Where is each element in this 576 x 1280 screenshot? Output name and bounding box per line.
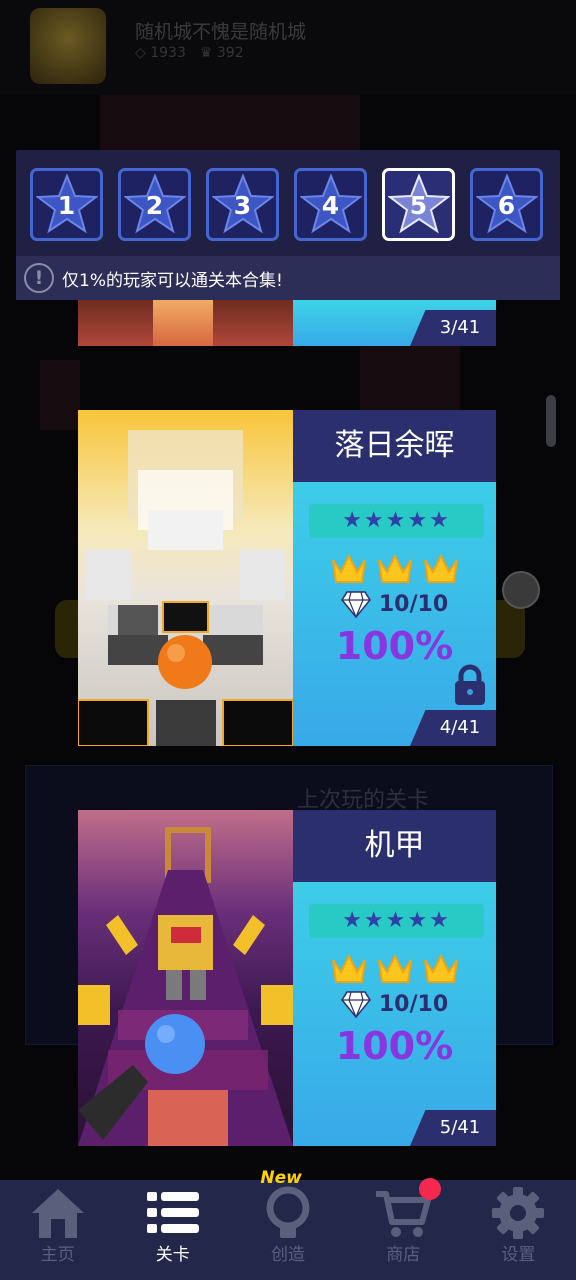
nav-shop[interactable]: 商店 <box>346 1178 461 1280</box>
player-stats: ◇ 1933 ♛ 392 <box>135 45 244 61</box>
level-art <box>78 296 293 346</box>
diamond-icon <box>340 991 371 1018</box>
nav-settings[interactable]: 设置 <box>461 1180 576 1280</box>
star-tab-2[interactable]: 2 <box>118 168 191 241</box>
nav-create-label: 创造 <box>271 1245 305 1265</box>
crown-icon <box>423 953 458 983</box>
floating-button[interactable] <box>502 571 540 609</box>
crown-icon <box>377 553 412 583</box>
crown-row <box>293 952 496 986</box>
level-count: 3/41 <box>410 310 496 346</box>
level-art <box>78 410 293 746</box>
bg-decoration <box>360 340 460 420</box>
lock-icon <box>455 664 485 705</box>
player-name: 随机城不愧是随机城 <box>135 21 307 43</box>
star-tab-6[interactable]: 6 <box>470 168 543 241</box>
crown-icon <box>331 553 366 583</box>
level-card[interactable]: 机甲 ★★★★★ 10/10 100% 5/41 <box>78 810 496 1146</box>
level-info: 机甲 ★★★★★ 10/10 100% 5/41 <box>293 810 496 1146</box>
diamond-icon <box>340 591 371 618</box>
notice-text: 仅1%的玩家可以通关本合集! <box>62 270 283 291</box>
bg-decoration <box>100 95 360 155</box>
star-rating: ★★★★★ <box>309 504 484 538</box>
level-info: 落日余晖 ★★★★★ 10/10 100% 4/41 <box>293 410 496 746</box>
star-tab-1[interactable]: 1 <box>30 168 103 241</box>
crown-icon <box>331 953 366 983</box>
completion-percent: 100% <box>335 1024 454 1068</box>
gear-icon <box>492 1187 545 1239</box>
gem-count: ◇ 1933 <box>135 45 186 61</box>
level-count: 4/41 <box>410 710 496 746</box>
profile-header: 随机城不愧是随机城 ◇ 1933 ♛ 392 <box>0 0 576 95</box>
star-tab-4[interactable]: 4 <box>294 168 367 241</box>
nav-levels-label: 关卡 <box>155 1245 190 1265</box>
level-card[interactable]: 落日余晖 ★★★★★ 10/10 100% 4/41 <box>78 410 496 746</box>
nav-home-label: 主页 <box>40 1245 75 1265</box>
gem-progress: 10/10 <box>378 591 449 617</box>
star-selector-panel: 1 2 3 4 5 6 ! 仅1%的玩家可以通关本合集! <box>16 150 560 300</box>
crown-icon <box>423 553 458 583</box>
completion-percent: 100% <box>335 624 454 668</box>
sunset-scene <box>78 430 293 746</box>
level-card[interactable]: 3/41 <box>78 296 496 346</box>
crown-row <box>293 552 496 586</box>
bottom-nav: 主页 关卡 New 创造 商店 设置 <box>0 1168 576 1280</box>
level-count: 5/41 <box>410 1110 496 1146</box>
nav-home[interactable]: 主页 <box>0 1180 115 1280</box>
level-art <box>78 810 293 1146</box>
crown-icon <box>377 953 412 983</box>
level-title: 机甲 <box>293 810 496 882</box>
star-rating: ★★★★★ <box>309 904 484 938</box>
lightbulb-icon <box>266 1186 310 1238</box>
star-tab-5[interactable]: 5 <box>382 168 455 241</box>
list-icon <box>146 1192 199 1233</box>
level-title: 落日余晖 <box>293 410 496 482</box>
exclamation-icon: ! <box>24 263 54 293</box>
star-tab-3[interactable]: 3 <box>206 168 279 241</box>
nav-levels[interactable]: 关卡 <box>115 1180 230 1280</box>
mecha-scene <box>78 827 293 1146</box>
nav-shop-label: 商店 <box>386 1245 421 1265</box>
nav-create[interactable]: New 创造 <box>230 1168 345 1280</box>
gem-row: 10/10 <box>293 990 496 1018</box>
gem-progress: 10/10 <box>378 991 449 1017</box>
level-info: 3/41 <box>293 296 496 346</box>
home-icon <box>31 1189 84 1238</box>
notification-dot <box>418 1178 441 1200</box>
notice-bar: ! 仅1%的玩家可以通关本合集! <box>16 256 560 300</box>
avatar <box>30 8 106 84</box>
new-badge: New <box>260 1168 302 1188</box>
bg-decoration <box>40 360 80 430</box>
gem-row: 10/10 <box>293 590 496 618</box>
crown-count: ♛ 392 <box>199 45 244 61</box>
star-tabs: 1 2 3 4 5 6 <box>30 168 543 241</box>
nav-settings-label: 设置 <box>501 1245 536 1265</box>
scrollbar-thumb[interactable] <box>546 395 556 447</box>
